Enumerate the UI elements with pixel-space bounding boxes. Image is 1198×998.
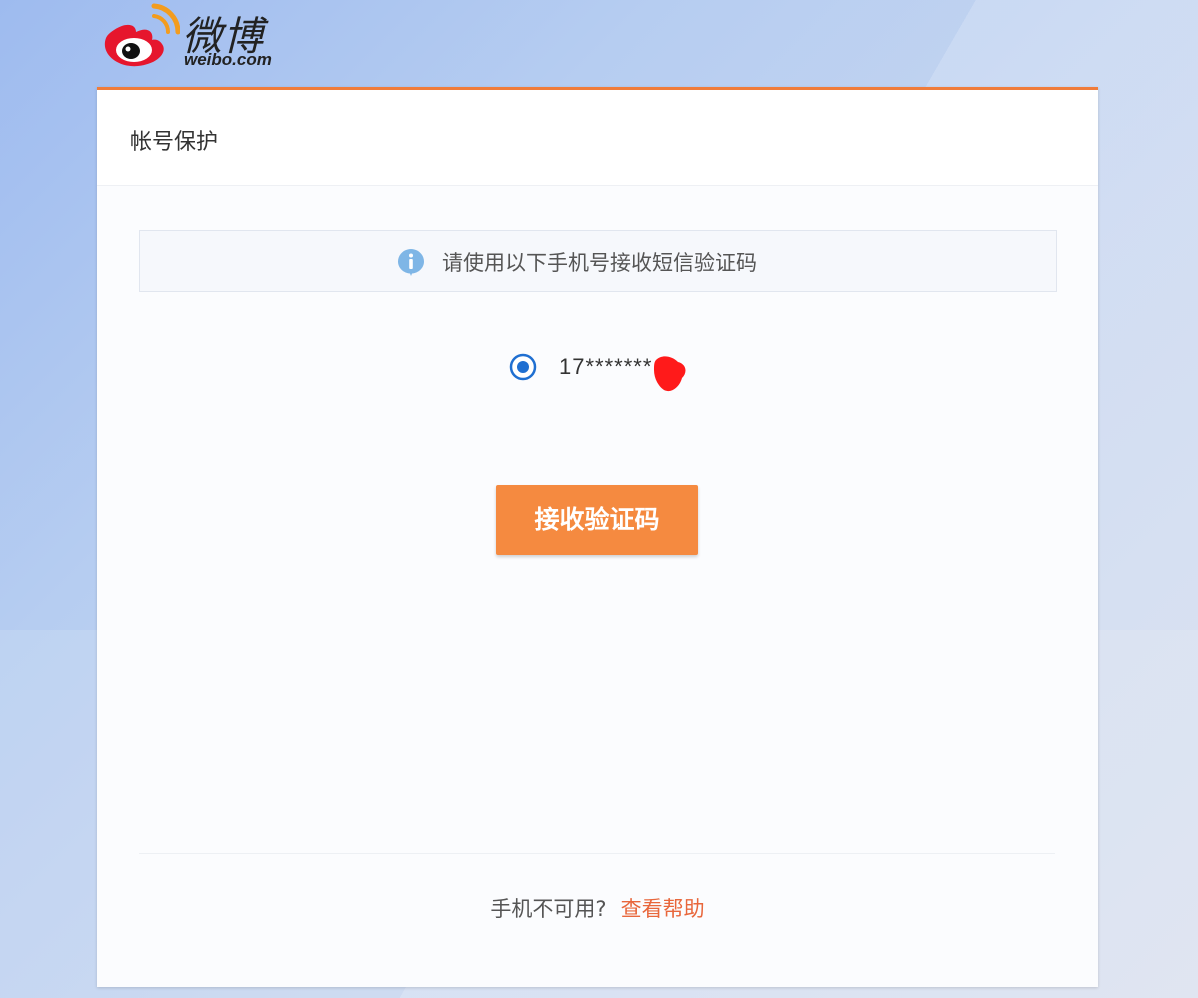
weibo-logo[interactable]: 微博 weibo.com — [96, 2, 306, 72]
account-protection-card: 帐号保护 请使用以下手机号接收短信验证码 17******* 接收验证码 手机不… — [97, 87, 1098, 987]
info-icon — [398, 249, 424, 276]
notice-text: 请使用以下手机号接收短信验证码 — [442, 251, 757, 275]
redaction-mark — [654, 356, 686, 392]
sms-notice-banner: 请使用以下手机号接收短信验证码 — [139, 230, 1057, 292]
footer-help: 手机不可用? 查看帮助 — [97, 893, 1098, 923]
weibo-logo-text-en: weibo.com — [184, 50, 272, 69]
card-header: 帐号保护 — [97, 90, 1098, 186]
phone-number-option[interactable]: 17******* — [559, 354, 652, 380]
page-title: 帐号保护 — [130, 130, 219, 155]
view-help-link[interactable]: 查看帮助 — [621, 897, 705, 921]
receive-code-button[interactable]: 接收验证码 — [496, 485, 698, 555]
radio-selected-icon[interactable] — [509, 353, 537, 381]
weibo-eye-logo-icon — [104, 3, 180, 67]
footer-divider — [139, 853, 1055, 854]
phone-unavailable-text: 手机不可用? — [490, 897, 607, 921]
